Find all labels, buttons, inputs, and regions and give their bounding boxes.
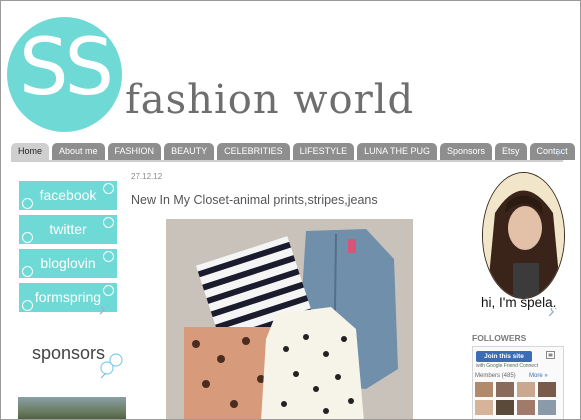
main-nav: Home About me FASHION BEAUTY CELEBRITIES… — [11, 143, 575, 161]
avatar[interactable] — [496, 382, 514, 397]
formspring-label: formspring — [34, 289, 102, 305]
circle-icon — [22, 198, 33, 209]
bloglovin-label: bloglovin — [40, 255, 96, 271]
post-photo[interactable] — [166, 219, 413, 419]
tab-fashion[interactable]: FASHION — [107, 143, 162, 160]
post-date: 27.12.12 — [131, 172, 163, 181]
edit-wrench-icon[interactable] — [556, 149, 564, 157]
sponsors-heading: sponsors — [32, 343, 106, 363]
circle-icon — [103, 183, 114, 194]
members-count: Members (485) — [475, 373, 516, 379]
edit-wrench-icon[interactable] — [99, 306, 108, 315]
site-title[interactable]: fashion world — [125, 77, 414, 123]
expand-icon[interactable] — [546, 351, 555, 359]
avatar[interactable] — [475, 400, 493, 415]
nav-divider — [11, 160, 563, 162]
avatar[interactable] — [538, 400, 556, 415]
member-avatars — [475, 382, 561, 415]
tab-luna-the-pug[interactable]: LUNA THE PUG — [357, 143, 437, 160]
tab-lifestyle[interactable]: LIFESTYLE — [292, 143, 355, 160]
tab-celebrities[interactable]: CELEBRITIES — [217, 143, 290, 160]
more-members-link[interactable]: More » — [529, 373, 548, 379]
avatar[interactable] — [496, 400, 514, 415]
clothing-flatlay-image — [166, 219, 413, 419]
circle-icon — [22, 266, 33, 277]
avatar[interactable] — [538, 382, 556, 397]
twitter-label: twitter — [49, 221, 87, 237]
sponsor-image[interactable] — [18, 397, 126, 419]
circle-icon — [22, 232, 33, 243]
circle-icon — [22, 300, 33, 311]
site-logo[interactable]: SS — [7, 17, 122, 132]
post-title[interactable]: New In My Closet-animal prints,stripes,j… — [131, 193, 378, 207]
edit-wrench-icon[interactable] — [548, 308, 557, 317]
avatar[interactable] — [475, 382, 493, 397]
tab-contact[interactable]: Contact — [529, 143, 575, 160]
tab-home[interactable]: Home — [11, 143, 50, 160]
profile-caption: hi, I'm spela. — [481, 295, 557, 310]
bloglovin-button[interactable]: bloglovin — [19, 249, 117, 278]
followers-heading: FOLLOWERS — [472, 333, 527, 343]
avatar[interactable] — [517, 400, 535, 415]
twitter-button[interactable]: twitter — [19, 215, 117, 244]
profile-photo[interactable] — [482, 172, 565, 299]
profile-portrait-image — [483, 173, 564, 298]
gfc-subtext: with Google Friend Connect — [476, 363, 538, 369]
followers-widget: Join this site with Google Friend Connec… — [472, 346, 564, 419]
facebook-label: facebook — [39, 187, 97, 203]
tab-beauty[interactable]: BEAUTY — [164, 143, 215, 160]
decorative-circles-icon — [100, 353, 123, 379]
tab-etsy[interactable]: Etsy — [495, 143, 527, 160]
circle-icon — [103, 285, 114, 296]
tab-about-me[interactable]: About me — [52, 143, 105, 160]
logo-letters: SS — [18, 23, 114, 113]
tab-sponsors[interactable]: Sponsors — [440, 143, 493, 160]
join-site-button[interactable]: Join this site — [476, 351, 532, 362]
circle-icon — [103, 251, 114, 262]
circle-icon — [103, 217, 114, 228]
avatar[interactable] — [517, 382, 535, 397]
facebook-button[interactable]: facebook — [19, 181, 117, 210]
browser-page: SS fashion world Home About me FASHION B… — [0, 0, 581, 420]
